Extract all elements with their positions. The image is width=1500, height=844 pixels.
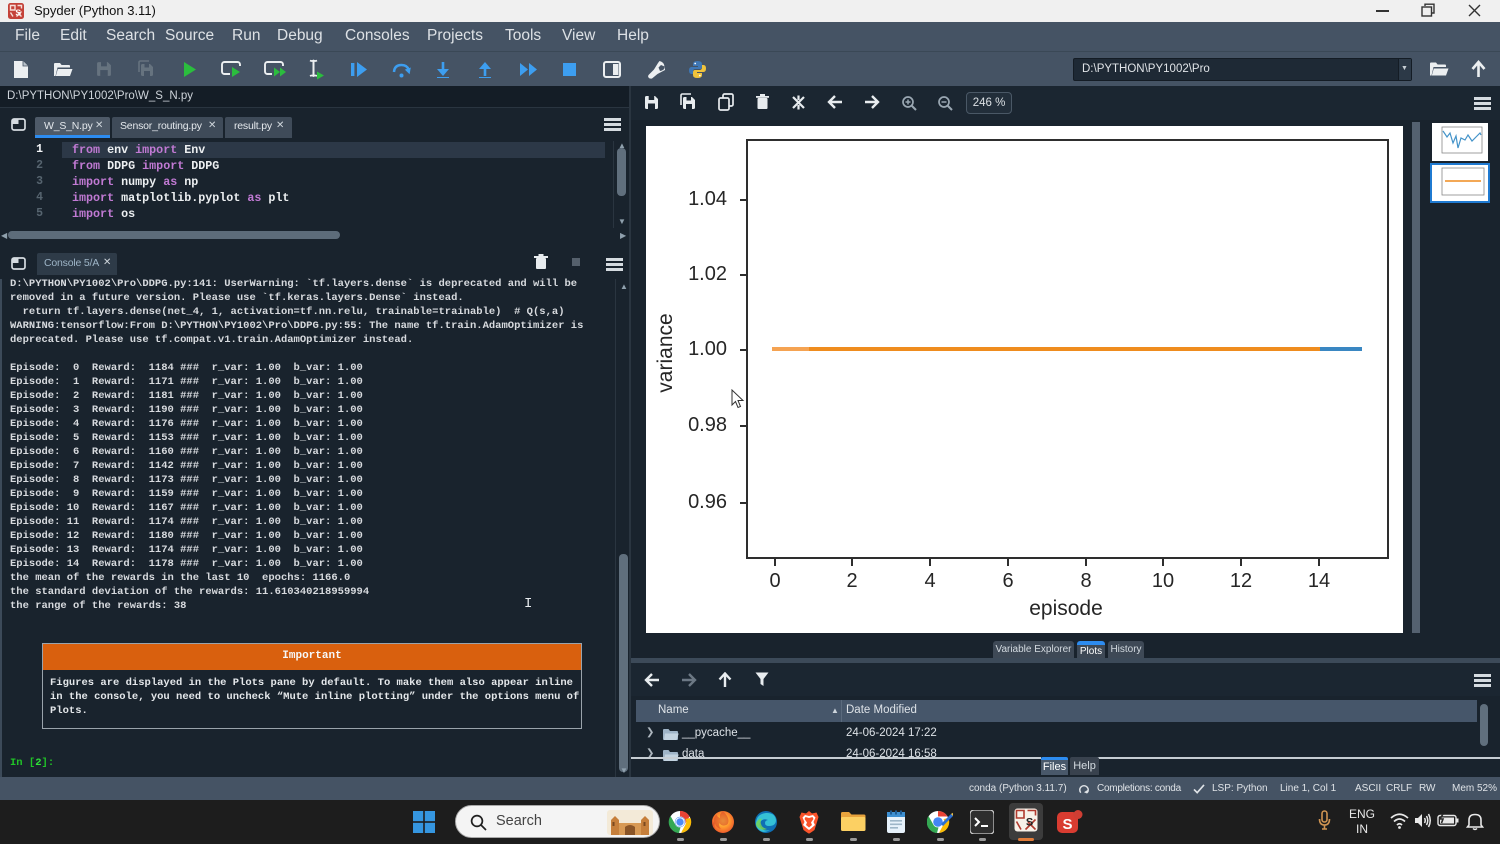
svg-text:S: S xyxy=(15,8,21,18)
svg-text:S: S xyxy=(1062,816,1072,833)
svg-text:S: S xyxy=(1026,817,1033,829)
